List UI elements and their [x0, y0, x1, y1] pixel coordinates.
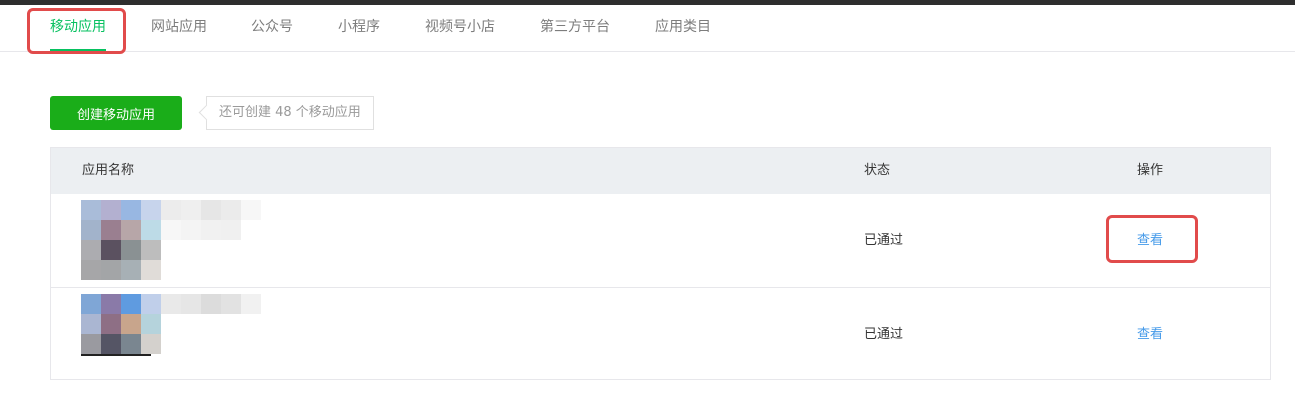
create-mobile-app-button[interactable]: 创建移动应用: [50, 96, 182, 130]
table-row: 已通过 查看: [51, 287, 1270, 381]
view-link[interactable]: 查看: [1137, 194, 1163, 287]
header-operation: 操作: [1137, 163, 1164, 178]
app-icon-blurred: [81, 200, 313, 282]
header-app-name: 应用名称: [82, 163, 135, 178]
tab-official-account[interactable]: 公众号: [251, 5, 293, 49]
tab-channels-store[interactable]: 视频号小店: [425, 5, 495, 49]
table-header: 应用名称 状态 操作: [51, 148, 1270, 194]
tab-mini-program[interactable]: 小程序: [338, 5, 380, 49]
remaining-quota-tip: 还可创建 48 个移动应用: [206, 96, 374, 130]
table-row: 已通过 查看: [51, 194, 1270, 287]
tab-mobile-app[interactable]: 移动应用: [50, 5, 106, 51]
app-table: 应用名称 状态 操作 已通过 查看 已通过 查看: [50, 147, 1271, 380]
header-status: 状态: [864, 163, 891, 178]
tab-bar: 移动应用 网站应用 公众号 小程序 视频号小店 第三方平台 应用类目: [0, 5, 1295, 52]
status-label: 已通过: [864, 233, 904, 248]
tab-website-app[interactable]: 网站应用: [151, 5, 207, 49]
tab-app-category[interactable]: 应用类目: [655, 5, 711, 49]
app-icon-blurred: [81, 294, 313, 376]
view-link[interactable]: 查看: [1137, 288, 1163, 381]
status-label: 已通过: [864, 327, 904, 342]
tab-third-party-platform[interactable]: 第三方平台: [540, 5, 610, 49]
